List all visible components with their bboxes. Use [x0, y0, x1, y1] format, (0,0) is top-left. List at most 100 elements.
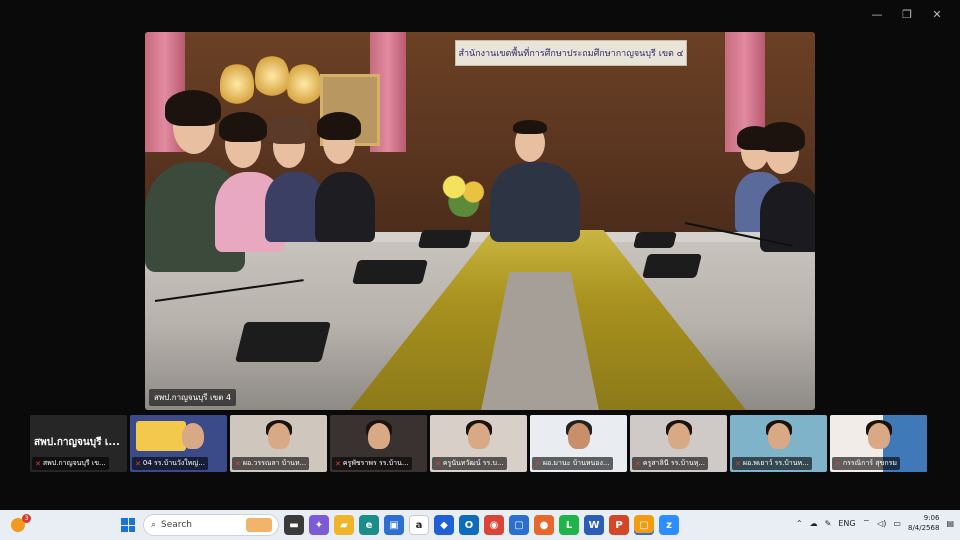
- clock-date: 8/4/2568: [907, 524, 940, 532]
- notifications-icon[interactable]: ▤: [946, 519, 954, 528]
- app-orange-icon[interactable]: ▢: [634, 515, 654, 535]
- person-hair: [317, 112, 361, 140]
- word-icon[interactable]: W: [584, 515, 604, 535]
- lamp: [287, 62, 321, 106]
- participant-name: สพป.กาญจนบุรี เข...: [42, 459, 106, 467]
- shared-poster: [136, 421, 186, 451]
- participant-tile[interactable]: ✕ 04 รร.บ้านวังใหญ่...: [130, 415, 227, 472]
- mic-muted-icon: ✕: [735, 459, 741, 468]
- windows-logo-icon: [128, 518, 135, 525]
- participant-tile[interactable]: ✕ ผอ.มานะ บ้านหนอง...: [530, 415, 627, 472]
- pinned-apps: ▬ ✦ ▰ e ▣ a ◆ O ◉ ▢ ● L W P ▢ z: [284, 515, 679, 535]
- participant-video: [568, 423, 590, 449]
- person-chair: [490, 162, 580, 242]
- lamp: [220, 62, 254, 106]
- microphone-base: [642, 254, 702, 278]
- participant-video: [182, 423, 204, 449]
- mic-muted-icon: ✕: [35, 459, 41, 468]
- dropbox-icon[interactable]: ◆: [434, 515, 454, 535]
- system-tray: ⌃ ☁ ✎ ENG ⌔ ◁) ▭ 9:06 8/4/2568 ▤: [796, 513, 954, 533]
- microphone-base: [417, 230, 473, 248]
- participant-tile[interactable]: ✕ ครูพัชราพร รร.บ้าน...: [330, 415, 427, 472]
- language-indicator[interactable]: ENG: [838, 519, 855, 528]
- cloud-icon[interactable]: ☁: [810, 519, 818, 528]
- participant-label: ✕ กรรณิการ์ สุขกรม: [832, 457, 900, 470]
- participant-label: ✕ สพป.กาญจนบุรี เข...: [32, 457, 109, 470]
- mic-muted-icon: ✕: [635, 459, 641, 468]
- windows-logo-icon: [121, 525, 128, 532]
- zoom-icon[interactable]: z: [659, 515, 679, 535]
- screenshot-icon[interactable]: ▢: [509, 515, 529, 535]
- participant-name: 04 รร.บ้านวังใหญ่...: [142, 459, 205, 467]
- store-icon[interactable]: ▣: [384, 515, 404, 535]
- wifi-icon[interactable]: ⌔: [863, 518, 871, 528]
- person-hair: [165, 90, 221, 126]
- person-hair: [267, 114, 311, 144]
- edge-icon[interactable]: e: [359, 515, 379, 535]
- person-hair: [219, 112, 267, 142]
- participant-label: ✕ ผอ.พเยาว์ รร.บ้านห...: [732, 457, 812, 470]
- participant-name: ครูสาลินี รร.บ้านหุ...: [642, 459, 706, 467]
- powerpoint-icon[interactable]: P: [609, 515, 629, 535]
- taskbar-apps: ⌕ Search ▬ ✦ ▰ e ▣ a ◆ O ◉ ▢ ● L W P ▢ z: [118, 514, 679, 536]
- participant-tile[interactable]: สพป.กาญจนบุรี เ... ✕ สพป.กาญจนบุรี เข...: [30, 415, 127, 472]
- minimize-icon[interactable]: —: [862, 6, 892, 22]
- close-icon[interactable]: ✕: [922, 6, 952, 22]
- participant-tile[interactable]: ✕ ครูสาลินี รร.บ้านหุ...: [630, 415, 727, 472]
- copilot-icon[interactable]: ✦: [309, 515, 329, 535]
- participant-label: ✕ ครูนันทวัฒน์ รร.บ...: [432, 457, 507, 470]
- file-explorer-icon[interactable]: ▬: [284, 515, 304, 535]
- chevron-up-icon[interactable]: ⌃: [796, 519, 803, 528]
- lamp: [255, 54, 289, 98]
- clock-time: 9:06: [923, 514, 940, 522]
- participant-label: ✕ ผอ.วรรณลา บ้านห...: [232, 457, 310, 470]
- main-participant-label: สพป.กาญจนบุรี เขต 4: [149, 389, 237, 406]
- amazon-icon[interactable]: a: [409, 515, 429, 535]
- participant-tile[interactable]: ✕ ผอ.วรรณลา บ้านห...: [230, 415, 327, 472]
- flower-arrangement: [435, 167, 499, 217]
- start-button[interactable]: [118, 515, 138, 535]
- participant-name: ผอ.พเยาว์ รร.บ้านห...: [742, 459, 809, 467]
- mic-muted-icon: ✕: [435, 459, 441, 468]
- chrome-icon[interactable]: ◉: [484, 515, 504, 535]
- weather-widget[interactable]: 3: [8, 514, 31, 535]
- pen-icon[interactable]: ✎: [825, 519, 832, 528]
- windows-logo-icon: [128, 525, 135, 532]
- participant-gallery: สพป.กาญจนบุรี เ... ✕ สพป.กาญจนบุรี เข... …: [30, 415, 930, 472]
- mic-muted-icon: ✕: [135, 459, 141, 468]
- mic-muted-icon: ✕: [535, 459, 541, 468]
- mic-muted-icon: ✕: [235, 459, 241, 468]
- search-icon: ⌕: [151, 520, 157, 530]
- participant-video: [368, 423, 390, 449]
- mic-muted-icon: ✕: [335, 459, 341, 468]
- participant-tile[interactable]: ✕ ผอ.พเยาว์ รร.บ้านห...: [730, 415, 827, 472]
- outlook-icon[interactable]: O: [459, 515, 479, 535]
- speaker-icon[interactable]: ◁): [877, 519, 886, 528]
- search-highlight-icon: [246, 518, 272, 532]
- clock[interactable]: 9:06 8/4/2568: [908, 513, 939, 533]
- participant-video: [668, 423, 690, 449]
- folder-icon[interactable]: ▰: [334, 515, 354, 535]
- notification-badge: 3: [22, 514, 31, 523]
- taskbar: 3 ⌕ Search ▬ ✦ ▰ e ▣ a ◆ O ◉ ▢ ● L W P ▢ z ⌃ ☁ ✎ ENG ⌔ …: [0, 510, 960, 540]
- participant-name: ครูพัชราพร รร.บ้าน...: [342, 459, 409, 467]
- participant-tile[interactable]: ✕ กรรณิการ์ สุขกรม: [830, 415, 927, 472]
- participant-tile[interactable]: ✕ ครูนันทวัฒน์ รร.บ...: [430, 415, 527, 472]
- maximize-icon[interactable]: ❐: [892, 6, 922, 22]
- windows-logo-icon: [121, 518, 128, 525]
- participant-name: ผอ.มานะ บ้านหนอง...: [542, 459, 610, 467]
- participant-video: [868, 423, 890, 449]
- search-box[interactable]: ⌕ Search: [143, 514, 279, 536]
- microphone-base: [235, 322, 331, 362]
- microphone-base: [633, 232, 677, 248]
- firefox-icon[interactable]: ●: [534, 515, 554, 535]
- line-icon[interactable]: L: [559, 515, 579, 535]
- participant-video: [768, 423, 790, 449]
- participant-label: ✕ ครูสาลินี รร.บ้านหุ...: [632, 457, 709, 470]
- participant-label: ✕ 04 รร.บ้านวังใหญ่...: [132, 457, 208, 470]
- battery-icon[interactable]: ▭: [893, 519, 901, 528]
- main-video[interactable]: สำนักงานเขตพื้นที่การศึกษาประถมศึกษากาญจ…: [145, 32, 815, 410]
- window-controls: — ❐ ✕: [862, 6, 952, 22]
- participant-name: ครูนันทวัฒน์ รร.บ...: [442, 459, 504, 467]
- room-sign: สำนักงานเขตพื้นที่การศึกษาประถมศึกษากาญจ…: [455, 40, 687, 66]
